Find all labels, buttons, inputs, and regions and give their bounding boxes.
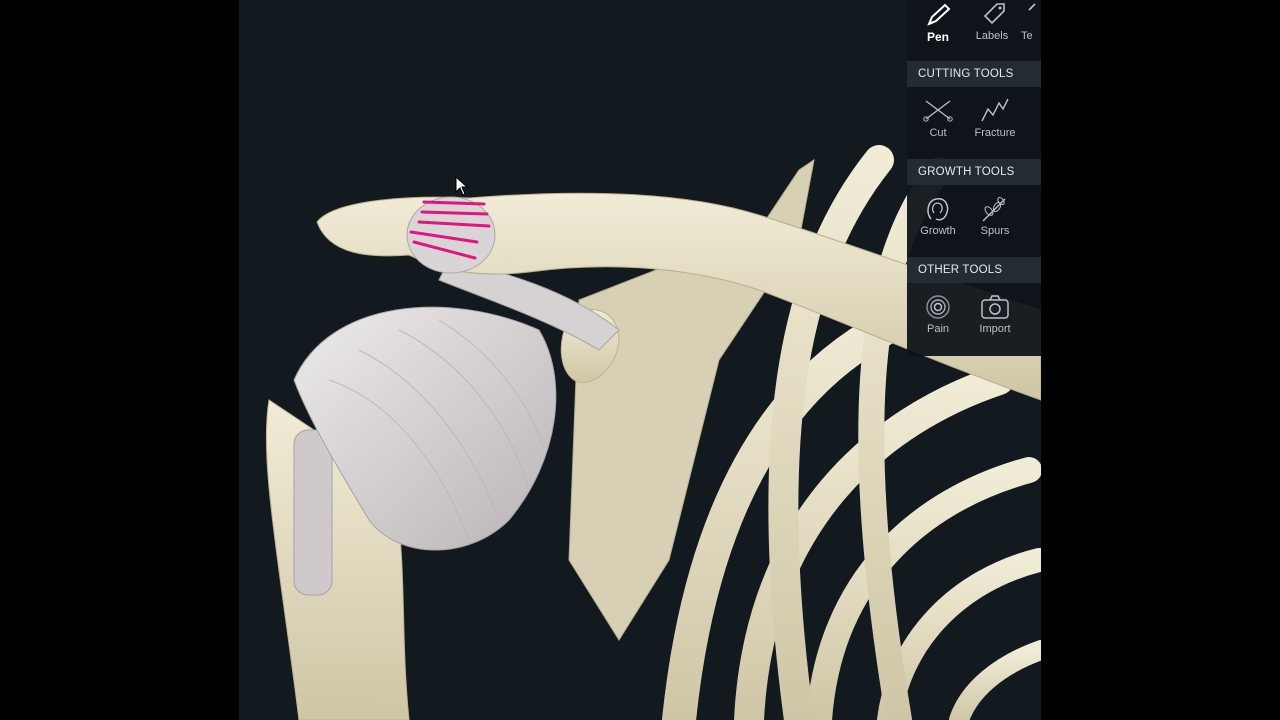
- mouse-cursor-icon: [455, 176, 469, 196]
- tool-pain[interactable]: Pain: [907, 293, 969, 335]
- acromioclavicular-joint: [406, 196, 496, 274]
- tool-pen-label: Pen: [926, 30, 949, 44]
- tool-import-label: Import: [979, 323, 1011, 335]
- tool-import[interactable]: Import: [964, 293, 1026, 335]
- section-other-tools: OTHER TOOLS: [907, 257, 1041, 283]
- spurs-icon: [982, 197, 1006, 222]
- section-cutting-tools: CUTTING TOOLS: [907, 61, 1041, 87]
- tool-spurs[interactable]: Spurs: [964, 195, 1026, 237]
- tool-fracture[interactable]: Fracture: [964, 97, 1026, 139]
- section-growth-tools: GROWTH TOOLS: [907, 159, 1041, 185]
- tool-fracture-label: Fracture: [974, 127, 1016, 139]
- tool-labels[interactable]: Labels: [961, 2, 1023, 42]
- section-title: CUTTING TOOLS: [918, 68, 1014, 80]
- tool-growth-label: Growth: [920, 225, 956, 237]
- scissors-icon: [923, 100, 953, 122]
- tool-cut-label: Cut: [929, 127, 947, 139]
- text-icon: [1028, 3, 1036, 11]
- tool-spurs-label: Spurs: [980, 225, 1010, 237]
- section-title: GROWTH TOOLS: [918, 166, 1015, 178]
- biceps-tendon: [293, 429, 333, 596]
- pain-icon: [926, 295, 950, 319]
- top-tools: Pen Labels Te: [907, 0, 1041, 58]
- tool-text[interactable]: Te: [1021, 2, 1041, 42]
- growth-icon: [927, 198, 949, 221]
- tool-growth[interactable]: Growth: [907, 195, 969, 237]
- tool-panel: Pen Labels Te CUTTING TOOLS Cut Fracture…: [907, 0, 1041, 356]
- section-title: OTHER TOOLS: [918, 264, 1003, 276]
- camera-icon: [981, 295, 1009, 319]
- tool-pain-label: Pain: [926, 323, 950, 335]
- tool-pen[interactable]: Pen: [907, 2, 969, 44]
- pen-icon: [927, 3, 951, 26]
- tool-labels-label: Labels: [975, 30, 1009, 42]
- tool-cut[interactable]: Cut: [907, 97, 969, 139]
- tool-text-label: Te: [1021, 30, 1033, 42]
- tag-icon: [983, 3, 1005, 25]
- fracture-icon: [981, 98, 1009, 122]
